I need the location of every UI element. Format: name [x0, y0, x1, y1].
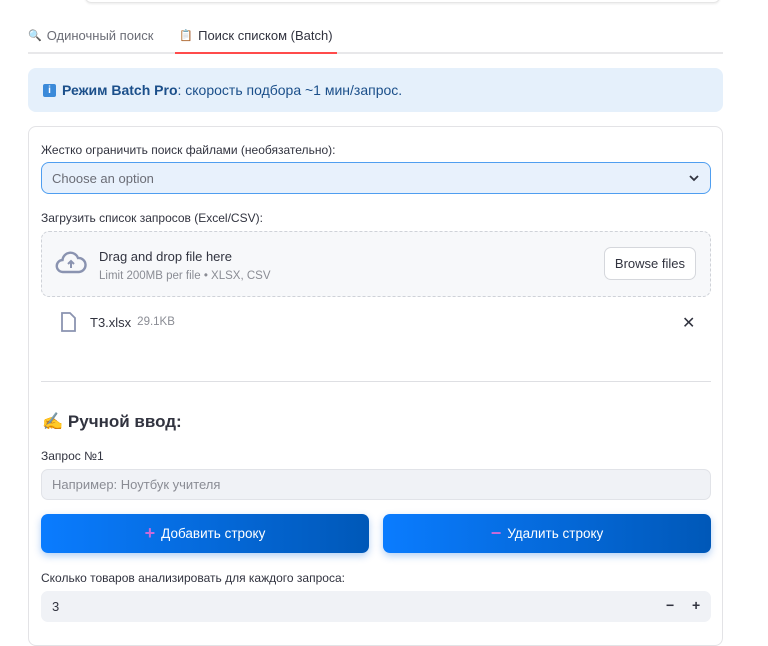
divider — [41, 381, 711, 382]
count-value: 3 — [52, 599, 60, 614]
browse-files-button[interactable]: Browse files — [603, 247, 696, 280]
decrement-button[interactable]: − — [666, 597, 674, 613]
files-filter-label: Жестко ограничить поиск файлами (необяза… — [41, 143, 336, 157]
remove-row-button[interactable]: − Удалить строку — [383, 514, 711, 553]
dropzone-hint: Limit 200MB per file • XLSX, CSV — [99, 270, 271, 282]
cloud-upload-icon — [55, 251, 87, 274]
count-label: Сколько товаров анализировать для каждог… — [41, 571, 345, 585]
files-filter-select[interactable]: Choose an option — [41, 162, 711, 194]
info-banner: i Режим Batch Pro: скорость подбора ~1 м… — [28, 68, 723, 112]
tab-bar: 🔍 Одиночный поиск 📋 Поиск списком (Batch) — [28, 18, 723, 54]
minus-icon: − — [490, 523, 502, 543]
add-row-button[interactable]: + Добавить строку — [41, 514, 369, 553]
tab-batch-search[interactable]: 📋 Поиск списком (Batch) — [175, 18, 337, 54]
batch-form — [28, 126, 723, 646]
clipboard-icon: 📋 — [179, 29, 194, 42]
button-label: Добавить строку — [161, 526, 266, 541]
search-icon: 🔍 — [28, 29, 42, 42]
info-icon: i — [43, 83, 56, 97]
plus-icon: + — [144, 523, 156, 543]
info-text: Режим Batch Pro: скорость подбора ~1 мин… — [62, 82, 403, 98]
file-dropzone[interactable]: Drag and drop file here Limit 200MB per … — [41, 231, 711, 297]
remove-file-close-icon[interactable]: ✕ — [682, 313, 695, 333]
upload-label: Загрузить список запросов (Excel/CSV): — [41, 211, 263, 225]
tab-label: Одиночный поиск — [46, 27, 154, 43]
tab-single-search[interactable]: 🔍 Одиночный поиск — [28, 18, 157, 52]
select-placeholder: Choose an option — [52, 170, 154, 186]
uploaded-file: T3.xlsx 29.1KB — [60, 312, 175, 332]
file-icon — [61, 312, 76, 332]
increment-button[interactable]: + — [692, 597, 700, 613]
file-name: T3.xlsx — [90, 314, 132, 330]
tab-label: Поиск списком (Batch) — [198, 27, 333, 43]
chevron-down-icon — [689, 175, 699, 182]
top-container — [85, 0, 720, 3]
query-input[interactable]: Например: Ноутбук учителя — [41, 469, 711, 500]
file-size: 29.1KB — [137, 316, 175, 328]
dropzone-title: Drag and drop file here — [99, 249, 232, 264]
query-placeholder: Например: Ноутбук учителя — [52, 477, 221, 492]
count-number-input[interactable]: 3 — [41, 591, 711, 622]
query-label: Запрос №1 — [41, 449, 104, 463]
manual-input-heading: ✍️ Ручной ввод: — [42, 412, 182, 431]
writing-hand-icon: ✍️ — [42, 412, 64, 431]
button-label: Удалить строку — [507, 526, 604, 541]
